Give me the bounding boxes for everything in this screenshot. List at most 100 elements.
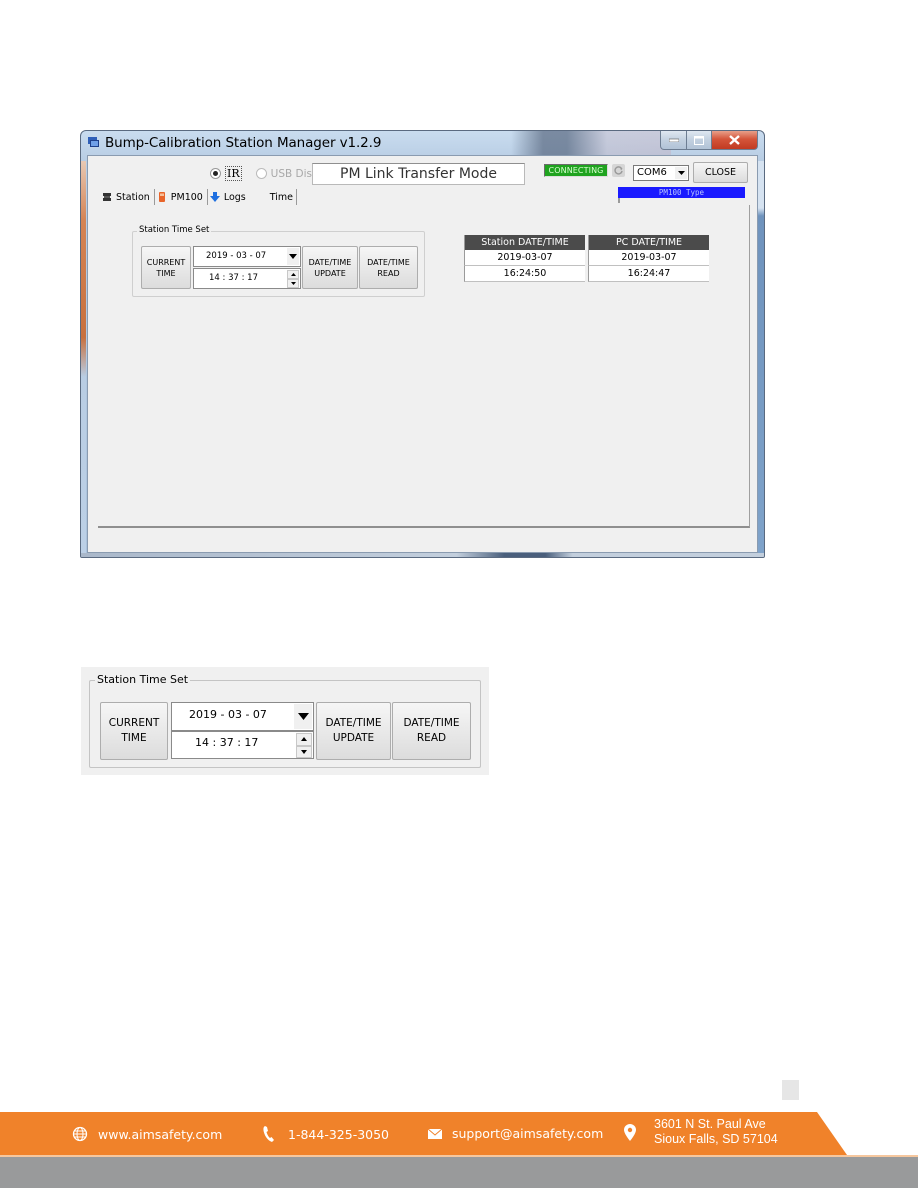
address-line-1: 3601 N St. Paul Ave	[654, 1117, 766, 1131]
tab-pm100[interactable]: PM100	[155, 189, 208, 205]
chevron-down-icon	[289, 254, 297, 259]
current-time-button[interactable]: CURRENT TIME	[100, 702, 168, 760]
group-title: Station Time Set	[95, 673, 191, 686]
chevron-down-icon[interactable]	[675, 167, 687, 179]
footer-website[interactable]: www.aimsafety.com	[72, 1126, 222, 1142]
table-row: 2019-03-07 2019-03-07	[464, 250, 709, 266]
footer-email[interactable]: support@aimsafety.com	[428, 1126, 603, 1141]
refresh-icon[interactable]	[612, 164, 625, 177]
datetime-read-button[interactable]: DATE/TIME READ	[359, 246, 418, 289]
caption-buttons	[660, 131, 758, 150]
date-value: 2019 - 03 - 07	[206, 251, 267, 261]
minimize-button[interactable]	[660, 131, 687, 150]
tab-pm100-label: PM100	[170, 191, 203, 203]
close-connection-button[interactable]: CLOSE	[693, 162, 748, 183]
station-time-set-group-enlarged: Station Time Set CURRENT TIME 2019 - 03 -…	[89, 673, 481, 768]
title-bar: Bump-Calibration Station Manager v1.2.9	[81, 131, 764, 155]
usb-disk-radio-label[interactable]: USB Disk	[271, 168, 318, 180]
address-line-2: Sioux Falls, SD 57104	[654, 1132, 778, 1146]
time-value: 14 : 37 : 17	[195, 736, 259, 749]
spin-down-button[interactable]	[296, 745, 312, 758]
website-text: www.aimsafety.com	[98, 1126, 223, 1142]
com-port-select[interactable]: COM6	[633, 165, 689, 181]
table-header-row: Station DATE/TIME PC DATE/TIME	[464, 235, 709, 250]
spin-down-button[interactable]	[287, 279, 299, 288]
time-picker-field[interactable]: 14 : 37 : 17	[171, 731, 314, 759]
pc-datetime-header: PC DATE/TIME	[588, 235, 709, 250]
chevron-down-icon	[290, 282, 296, 285]
chevron-down-icon	[301, 749, 307, 754]
datetime-update-button[interactable]: DATE/TIME UPDATE	[316, 702, 391, 760]
datetime-update-button[interactable]: DATE/TIME UPDATE	[302, 246, 358, 289]
taskbar-bleed	[81, 553, 764, 557]
tab-station[interactable]: Station	[100, 189, 155, 205]
group-title: Station Time Set	[137, 225, 212, 235]
chevron-up-icon	[290, 273, 296, 276]
page-number-box	[782, 1080, 799, 1100]
ir-radio[interactable]	[210, 168, 221, 179]
app-window-screenshot: Bump-Calibration Station Manager v1.2.9 …	[80, 130, 765, 558]
table-row: 16:24:50 16:24:47	[464, 266, 709, 282]
datetime-comparison-table: Station DATE/TIME PC DATE/TIME 2019-03-0…	[461, 235, 712, 282]
device-type-frame	[618, 198, 620, 203]
desktop-background-bleed	[511, 131, 671, 155]
station-time-cell: 16:24:50	[464, 266, 585, 282]
window-frame-left	[81, 161, 86, 553]
address-lines: 3601 N St. Paul Ave Sioux Falls, SD 5710…	[654, 1117, 778, 1147]
spin-up-button[interactable]	[287, 270, 299, 279]
tab-logs-label: Logs	[223, 191, 246, 203]
station-date-cell: 2019-03-07	[464, 250, 585, 266]
spin-up-button[interactable]	[296, 733, 312, 746]
transfer-mode-display: PM Link Transfer Mode	[312, 163, 525, 185]
current-time-button[interactable]: CURRENT TIME	[141, 246, 191, 289]
maximize-button[interactable]	[687, 131, 712, 150]
pm100-device-icon	[158, 192, 165, 202]
phone-text: 1-844-325-3050	[288, 1126, 390, 1142]
date-dropdown-button[interactable]	[287, 248, 299, 265]
connection-status-badge: CONNECTING	[544, 164, 608, 177]
email-text: support@aimsafety.com	[452, 1126, 604, 1141]
tab-time-label: Time	[269, 191, 294, 203]
station-time-set-group: Station Time Set CURRENT TIME 2019 - 03 -…	[132, 225, 425, 297]
usb-disk-radio[interactable]	[255, 168, 267, 179]
envelope-icon	[428, 1128, 442, 1139]
footer-phone[interactable]: 1-844-325-3050	[262, 1125, 389, 1143]
time-tab-panel: Station Time Set CURRENT TIME 2019 - 03 -…	[98, 205, 750, 528]
device-type-label: PM100 Type	[618, 187, 745, 198]
footer-gray-band	[0, 1157, 918, 1188]
enlarged-station-time-set: Station Time Set CURRENT TIME 2019 - 03 -…	[81, 667, 489, 775]
tab-logs[interactable]: Logs	[208, 189, 250, 205]
ir-radio-label[interactable]: IR	[225, 166, 242, 181]
chevron-down-icon	[297, 713, 309, 720]
window-close-button[interactable]	[712, 131, 758, 150]
tab-station-label: Station	[116, 191, 150, 203]
datetime-read-button[interactable]: DATE/TIME READ	[392, 702, 471, 760]
tab-time[interactable]: Time	[249, 189, 298, 205]
location-pin-icon	[624, 1123, 636, 1141]
footer-address: 3601 N St. Paul Ave Sioux Falls, SD 5710…	[624, 1117, 778, 1147]
time-spinner	[296, 733, 312, 758]
window-frame-right	[758, 161, 764, 553]
window-title: Bump-Calibration Station Manager v1.2.9	[105, 135, 382, 151]
date-value: 2019 - 03 - 07	[189, 708, 267, 721]
date-picker-field[interactable]: 2019 - 03 - 07	[171, 702, 314, 731]
close-icon	[729, 135, 740, 145]
time-spinner	[287, 270, 299, 288]
download-arrow-icon	[209, 192, 220, 202]
time-value: 14 : 37 : 17	[209, 273, 258, 283]
tab-bar: Station PM100 Logs Time	[100, 189, 298, 205]
datetime-picker: 2019 - 03 - 07 14 : 37 : 17	[171, 702, 314, 759]
pc-date-cell: 2019-03-07	[588, 250, 709, 266]
com-port-value: COM6	[637, 167, 667, 178]
phone-icon	[263, 1126, 274, 1142]
pc-time-cell: 16:24:47	[588, 266, 709, 282]
window-client-area: IR USB Disk PM Link Transfer Mode CONNEC…	[87, 155, 758, 553]
maximize-icon	[694, 135, 704, 145]
date-picker-field[interactable]: 2019 - 03 - 07	[193, 246, 301, 267]
datetime-picker: 2019 - 03 - 07 14 : 37 : 17	[193, 246, 301, 289]
date-dropdown-button[interactable]	[294, 704, 312, 729]
globe-icon	[72, 1126, 88, 1142]
chevron-up-icon	[301, 737, 307, 742]
app-icon	[88, 137, 99, 147]
time-picker-field[interactable]: 14 : 37 : 17	[193, 268, 301, 289]
